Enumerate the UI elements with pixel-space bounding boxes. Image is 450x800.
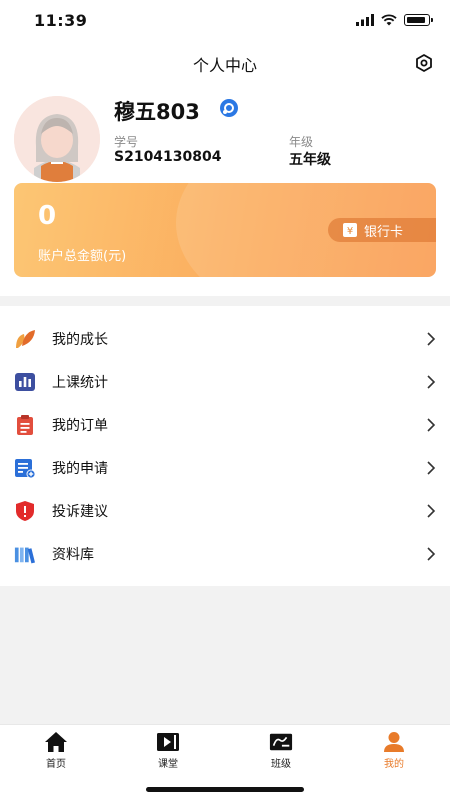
menu-label: 我的成长 <box>52 331 108 348</box>
avatar[interactable] <box>14 96 100 182</box>
tab-label: 我的 <box>384 759 404 770</box>
status-bar: 11:39 <box>0 0 450 44</box>
tab-label: 课堂 <box>158 759 178 770</box>
balance-label: 账户总金额(元) <box>38 249 127 264</box>
cellular-signal-icon <box>356 14 374 26</box>
menu-item-library[interactable]: 资料库 <box>0 532 450 575</box>
growth-leaf-icon <box>14 328 36 350</box>
profile-section: 穆五803 学号 S2104130804 年级 五年级 0 账户总金额(元) ¥… <box>0 82 450 296</box>
menu-label: 上课统计 <box>52 374 108 391</box>
library-books-icon <box>14 543 36 565</box>
tab-mine[interactable]: 我的 <box>338 725 450 773</box>
svg-text:¥: ¥ <box>347 226 353 237</box>
tab-label: 班级 <box>271 759 291 770</box>
tab-home[interactable]: 首页 <box>0 725 112 773</box>
application-icon <box>14 457 36 479</box>
page-title: 个人中心 <box>192 56 257 75</box>
chevron-right-icon <box>427 417 436 432</box>
verified-badge-icon <box>220 99 238 117</box>
bank-card-button[interactable]: ¥ 银行卡 <box>328 218 436 242</box>
class-stats-icon <box>14 371 36 393</box>
menu-item-class-stats[interactable]: 上课统计 <box>0 360 450 403</box>
student-id-label: 学号 <box>114 135 139 149</box>
menu-label: 资料库 <box>52 546 94 563</box>
menu-label: 投诉建议 <box>52 503 108 520</box>
tab-classroom[interactable]: 课堂 <box>112 725 224 773</box>
menu-label: 我的订单 <box>52 417 108 434</box>
avatar-illustration-icon <box>14 96 100 182</box>
home-indicator <box>146 787 304 792</box>
wifi-icon <box>381 14 397 26</box>
chevron-right-icon <box>427 546 436 561</box>
balance-card[interactable]: 0 账户总金额(元) ¥ 银行卡 <box>14 183 436 277</box>
tab-class[interactable]: 班级 <box>225 725 337 773</box>
status-icons <box>356 14 433 26</box>
tab-bar: 首页 课堂 班级 我的 <box>0 724 450 800</box>
chevron-right-icon <box>427 374 436 389</box>
menu-item-applications[interactable]: 我的申请 <box>0 446 450 489</box>
profile-person-icon <box>382 731 406 753</box>
chevron-right-icon <box>427 460 436 475</box>
chevron-right-icon <box>427 503 436 518</box>
bank-card-label: 银行卡 <box>364 224 404 240</box>
menu-item-orders[interactable]: 我的订单 <box>0 403 450 446</box>
battery-icon <box>404 14 433 26</box>
settings-button[interactable] <box>412 51 436 75</box>
menu-item-growth[interactable]: 我的成长 <box>0 317 450 360</box>
grade-label: 年级 <box>289 135 314 149</box>
complaint-shield-icon <box>14 500 36 522</box>
menu-item-complaints[interactable]: 投诉建议 <box>0 489 450 532</box>
classroom-video-icon <box>156 731 180 753</box>
user-name: 穆五803 <box>114 100 200 124</box>
order-clipboard-icon <box>14 414 36 436</box>
bank-card-icon: ¥ <box>343 223 357 237</box>
settings-hexagon-icon <box>416 54 432 72</box>
balance-amount: 0 <box>38 201 57 231</box>
menu-list: 我的成长 上课统计 我的订单 我的申请 投诉建议 资料库 <box>0 306 450 586</box>
tab-label: 首页 <box>46 759 66 770</box>
grade-value: 五年级 <box>289 152 331 168</box>
student-id-value: S2104130804 <box>114 149 222 165</box>
class-board-icon <box>269 731 293 753</box>
status-time: 11:39 <box>34 11 88 30</box>
chevron-right-icon <box>427 331 436 346</box>
menu-label: 我的申请 <box>52 460 108 477</box>
home-icon <box>44 731 68 753</box>
nav-bar: 个人中心 <box>0 44 450 82</box>
